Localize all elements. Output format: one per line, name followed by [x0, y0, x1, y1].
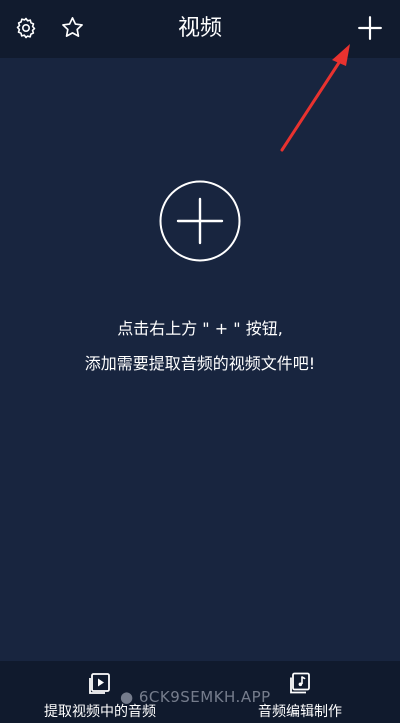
add-video-button[interactable] — [357, 15, 383, 41]
page-title: 视频 — [177, 16, 222, 41]
hint-line-1: 点击右上方 " + " 按钮, — [117, 319, 283, 338]
watermark: ● 6CK9SEMKH.APP — [120, 688, 271, 706]
hint-line-2: 添加需要提取音频的视频文件吧! — [84, 354, 316, 373]
empty-state: 点击右上方 " + " 按钮, 添加需要提取音频的视频文件吧! — [0, 58, 400, 661]
circle-plus-icon[interactable] — [158, 179, 242, 263]
video-play-icon — [89, 673, 110, 694]
music-note-icon — [290, 672, 310, 694]
top-bar: 视频 — [0, 0, 400, 58]
